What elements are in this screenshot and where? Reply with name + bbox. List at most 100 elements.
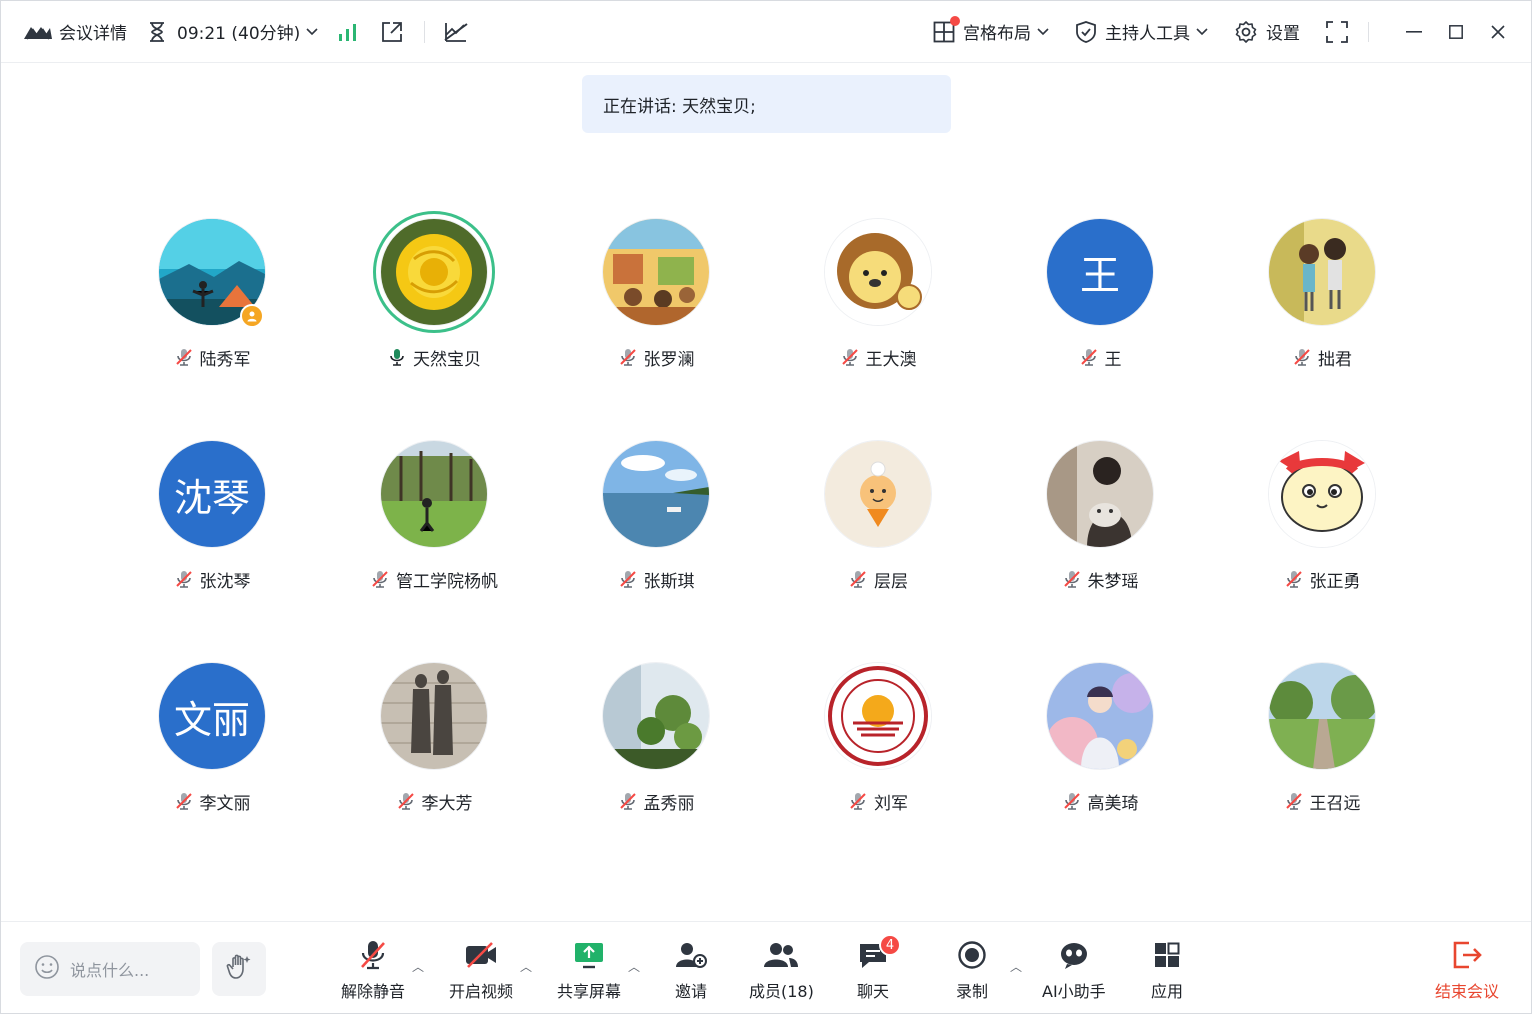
participant-tile[interactable]: 管工学院杨帆 — [323, 431, 545, 611]
mic-muted-icon — [1062, 569, 1082, 589]
avatar — [381, 441, 487, 547]
apps-icon — [1153, 941, 1181, 973]
participant-name: 天然宝贝 — [323, 345, 545, 370]
participant-tile[interactable]: 高美琦 — [989, 653, 1211, 833]
participant-tile[interactable]: 王 王 — [989, 209, 1211, 389]
participant-name: 李大芳 — [323, 789, 545, 814]
participant-tile[interactable]: 张斯琪 — [545, 431, 767, 611]
mic-muted-icon — [1079, 347, 1099, 367]
chevron-up-icon[interactable]: ︿ — [520, 958, 532, 975]
mic-muted-icon — [1062, 791, 1082, 811]
mic-muted-icon — [174, 791, 194, 811]
quick-chat-input[interactable]: 说点什么... — [20, 942, 200, 996]
apps-button[interactable]: 应用 — [1151, 940, 1183, 1004]
mic-muted-icon — [396, 791, 416, 811]
participant-name: 张罗澜 — [545, 345, 767, 370]
chevron-up-icon[interactable]: ︿ — [1010, 958, 1022, 975]
avatar — [825, 663, 931, 769]
participant-tile[interactable]: 拙君 — [1211, 209, 1433, 389]
avatar — [825, 219, 931, 325]
raise-hand-button[interactable] — [212, 942, 266, 996]
bottom-toolbar: 说点什么... 解除静音 ︿ 开启视频 ︿ 共享屏幕 ︿ 邀请 成员(18) 4… — [1, 921, 1531, 1013]
mic-muted-icon — [618, 791, 638, 811]
participant-tile[interactable]: 层层 — [767, 431, 989, 611]
participant-tile[interactable]: 王召远 — [1211, 653, 1433, 833]
raise-hand-icon — [225, 953, 253, 985]
participant-name: 刘军 — [767, 789, 989, 814]
participant-name: 陆秀军 — [101, 345, 323, 370]
mic-muted-icon — [618, 569, 638, 589]
members-button[interactable]: 成员(18) — [749, 940, 814, 1004]
share-screen-icon — [573, 940, 605, 974]
participant-name: 王大澳 — [767, 345, 989, 370]
emoji-icon[interactable] — [34, 954, 60, 984]
avatar — [603, 441, 709, 547]
participant-tile[interactable]: 文丽 李文丽 — [101, 653, 323, 833]
avatar — [603, 663, 709, 769]
participant-name: 孟秀丽 — [545, 789, 767, 814]
record-button[interactable]: 录制 — [956, 940, 988, 1004]
mic-muted-icon — [370, 569, 390, 589]
chevron-up-icon[interactable]: ︿ — [412, 958, 424, 975]
mic-muted-icon — [174, 347, 194, 367]
participant-name: 张沈琴 — [101, 567, 323, 592]
participant-name: 朱梦瑶 — [989, 567, 1211, 592]
participant-tile[interactable]: 陆秀军 — [101, 209, 323, 389]
share-screen-button[interactable]: 共享屏幕 — [557, 940, 621, 1004]
add-user-icon — [674, 940, 708, 974]
mic-muted-icon — [618, 347, 638, 367]
participant-name: 李文丽 — [101, 789, 323, 814]
mic-muted-icon — [1284, 569, 1304, 589]
participant-tile[interactable]: 沈琴 张沈琴 — [101, 431, 323, 611]
avatar — [1047, 441, 1153, 547]
chevron-up-icon[interactable]: ︿ — [628, 958, 640, 975]
participant-tile[interactable]: 王大澳 — [767, 209, 989, 389]
mic-muted-icon — [840, 347, 860, 367]
end-meeting-button[interactable]: 结束会议 — [1435, 940, 1499, 1004]
participant-tile[interactable]: 朱梦瑶 — [989, 431, 1211, 611]
mic-active-icon — [387, 347, 407, 367]
participant-name: 层层 — [767, 567, 989, 592]
participant-name: 高美琦 — [989, 789, 1211, 814]
invite-button[interactable]: 邀请 — [674, 940, 708, 1004]
avatar — [1047, 663, 1153, 769]
participant-name: 王 — [989, 345, 1211, 370]
chat-placeholder: 说点什么... — [70, 961, 150, 980]
participant-name: 王召远 — [1211, 789, 1433, 814]
chat-button[interactable]: 4 聊天 — [857, 934, 901, 1004]
mic-muted-icon — [848, 569, 868, 589]
exit-icon — [1451, 940, 1483, 974]
start-video-button[interactable]: 开启视频 — [449, 940, 513, 1004]
avatar — [603, 219, 709, 325]
participant-tile[interactable]: 李大芳 — [323, 653, 545, 833]
avatar — [1269, 441, 1375, 547]
mic-muted-icon — [1284, 791, 1304, 811]
participant-tile[interactable]: 张罗澜 — [545, 209, 767, 389]
record-icon — [957, 940, 987, 974]
participant-name: 张斯琪 — [545, 567, 767, 592]
avatar-initials: 沈琴 — [159, 441, 265, 547]
participant-name: 张正勇 — [1211, 567, 1433, 592]
participant-name: 拙君 — [1211, 345, 1433, 370]
avatar — [381, 219, 487, 325]
unmute-button[interactable]: 解除静音 — [341, 940, 405, 1004]
participant-tile[interactable]: 刘军 — [767, 653, 989, 833]
participant-tile-speaking[interactable]: 天然宝贝 — [323, 209, 545, 389]
host-badge-icon — [240, 304, 264, 328]
avatar — [1269, 219, 1375, 325]
mic-muted-icon — [1292, 347, 1312, 367]
participant-tile[interactable]: 孟秀丽 — [545, 653, 767, 833]
avatar — [1269, 663, 1375, 769]
chat-icon: 4 — [857, 934, 901, 974]
participant-grid: 陆秀军 天然宝贝 张罗澜 王大澳 王 王 拙君 沈琴 张沈琴 管工学院杨帆 张斯… — [1, 1, 1531, 921]
avatar — [381, 663, 487, 769]
participant-name: 管工学院杨帆 — [323, 567, 545, 592]
ai-assistant-button[interactable]: AI小助手 — [1042, 940, 1106, 1004]
mic-muted-icon — [174, 569, 194, 589]
unread-badge: 4 — [879, 934, 901, 956]
avatar-initials: 文丽 — [159, 663, 265, 769]
participant-tile[interactable]: 张正勇 — [1211, 431, 1433, 611]
camera-off-icon — [464, 940, 498, 974]
ai-assistant-icon — [1057, 940, 1091, 974]
mic-muted-icon — [358, 939, 388, 975]
